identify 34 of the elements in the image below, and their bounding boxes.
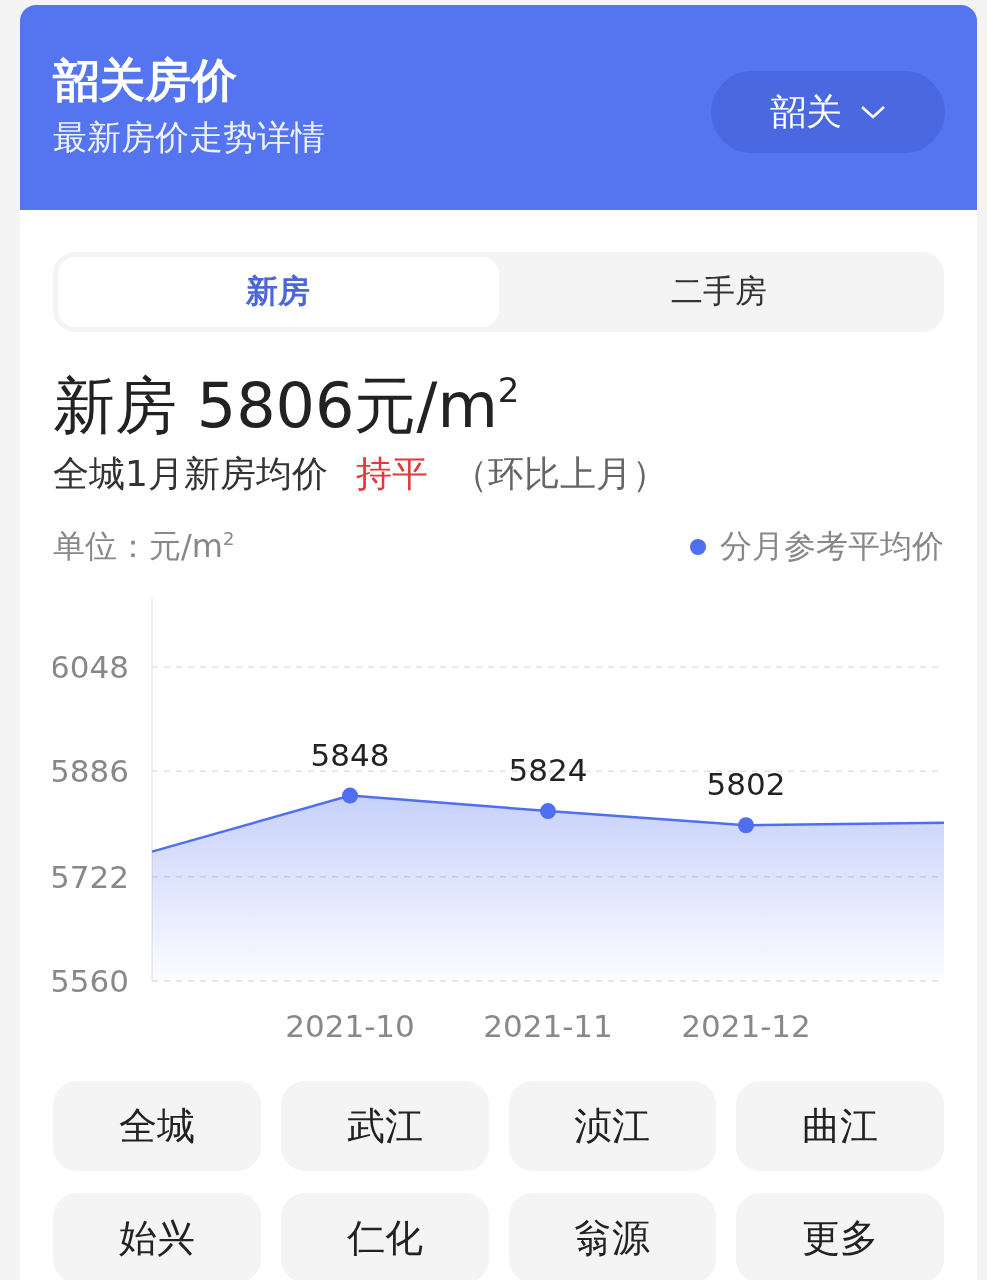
value-label: 5848 [310, 736, 390, 773]
y-axis-label: 6048 [53, 648, 129, 685]
y-axis-label: 5560 [53, 963, 129, 999]
x-axis-label: 2021-11 [483, 1008, 613, 1044]
district-button[interactable]: 浈江 [508, 1081, 717, 1171]
trend-text: 持平 [355, 452, 428, 496]
tab[interactable]: 新房 [58, 257, 499, 327]
data-point [540, 803, 556, 820]
unit-label: 单位：元/m$^{2}$ [53, 526, 235, 567]
district-button[interactable]: 更多 [736, 1193, 944, 1280]
value-label: 5824 [508, 752, 588, 789]
district-button[interactable]: 仁化 [280, 1193, 489, 1280]
district-button[interactable]: 始兴 [53, 1193, 261, 1280]
district-button[interactable]: 翁源 [508, 1193, 717, 1280]
data-point [738, 817, 754, 834]
chevron-down-icon [860, 104, 886, 120]
x-axis-label: 2021-10 [285, 1008, 415, 1044]
y-axis-label: 5722 [53, 858, 129, 895]
data-point [342, 787, 358, 804]
page-title: 韶关房价 [53, 53, 238, 107]
legend-label: 分月参考平均价 [720, 526, 944, 567]
x-axis-label: 2021-12 [681, 1008, 811, 1044]
trend-note: （环比上月） [451, 452, 668, 496]
page-subtitle: 最新房价走势详情 [53, 117, 325, 157]
summary-text: 全城1月新房均价 [53, 452, 328, 496]
legend-dot [690, 539, 706, 555]
y-axis-label: 5886 [53, 753, 129, 790]
district-button[interactable]: 武江 [280, 1081, 489, 1171]
city-dropdown[interactable]: 韶关 [711, 71, 945, 153]
district-button[interactable]: 曲江 [736, 1081, 944, 1171]
district-button[interactable]: 全城 [53, 1081, 261, 1171]
value-label: 5802 [706, 766, 786, 803]
price-headline: 新房 5806元/m$^{2}$ [53, 370, 521, 442]
tab[interactable]: 二手房 [498, 257, 939, 327]
